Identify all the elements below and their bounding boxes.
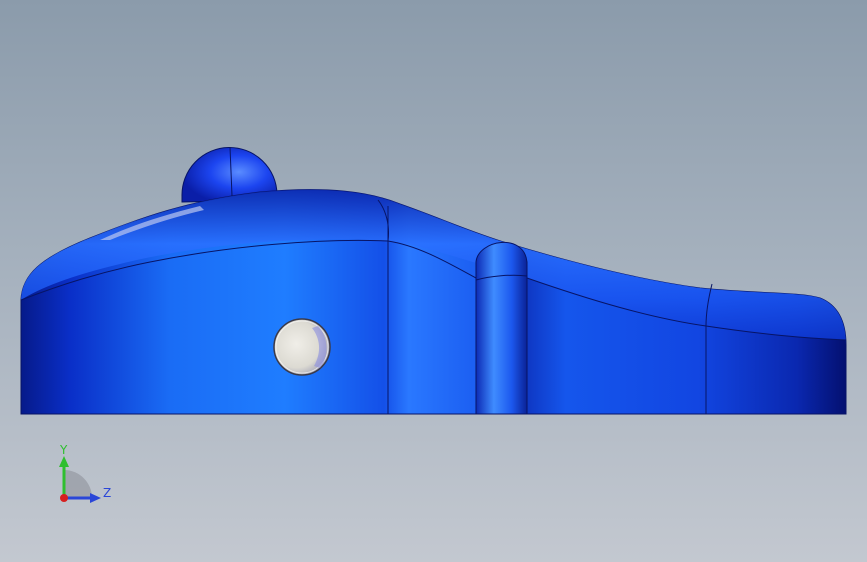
rib xyxy=(475,242,528,415)
y-axis-arrowhead xyxy=(59,456,69,467)
coordinate-triad: Y Z xyxy=(40,440,120,510)
x-axis-dot xyxy=(60,494,68,502)
z-axis-label: Z xyxy=(103,486,112,500)
model-view[interactable] xyxy=(0,0,867,562)
z-axis-arrowhead xyxy=(90,493,101,503)
triad-quadrant xyxy=(64,470,92,498)
graphics-viewport[interactable]: Y Z xyxy=(0,0,867,562)
y-axis-label: Y xyxy=(60,443,68,457)
